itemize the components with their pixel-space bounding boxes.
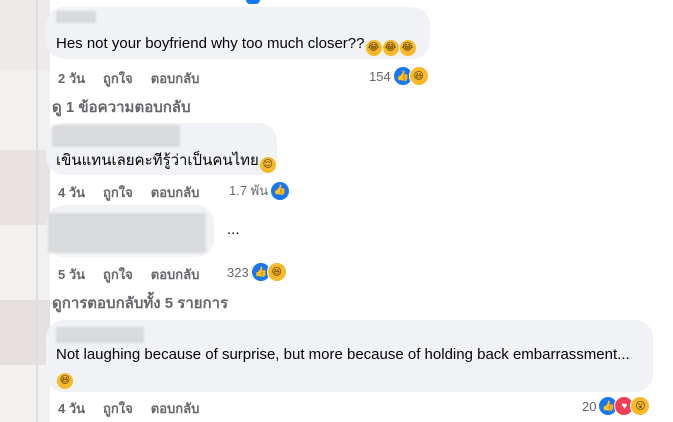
left-side-panel <box>0 0 50 422</box>
reply-button[interactable]: ตอบกลับ <box>151 398 200 419</box>
rolling-laughing-emoji-icon: 😂 <box>365 40 382 56</box>
rolling-laughing-emoji-icon: 😂 <box>382 40 399 56</box>
comment-text: Hes not your boyfriend why too much clos… <box>56 34 416 56</box>
reaction-count[interactable]: 20 👍 ♥ 😮 <box>582 396 651 416</box>
comment-text-body: Hes not your boyfriend why too much clos… <box>56 35 365 52</box>
relieved-emoji-icon: 😌 <box>259 157 276 173</box>
comment-actions: 2 วัน ถูกใจ ตอบกลับ <box>58 68 199 89</box>
comment-actions: 4 วัน ถูกใจ ตอบกลับ <box>58 182 199 203</box>
haha-icon: 😆 <box>266 262 287 282</box>
reaction-count[interactable]: 323 👍 😆 <box>227 262 287 282</box>
thread-line <box>36 0 38 422</box>
wow-icon: 😮 <box>630 396 651 416</box>
view-replies-link[interactable]: ดู 1 ข้อความตอบกลับ <box>52 95 191 119</box>
comment-text: เขินแทนเลยคะทีรู้ว่าเป็นคนไทย 😌 <box>56 151 276 173</box>
comment-time[interactable]: 4 วัน <box>58 398 85 419</box>
comment-bubble: Hes not your boyfriend why too much clos… <box>46 7 430 59</box>
side-block <box>0 150 50 225</box>
comment-time[interactable]: 5 วัน <box>58 264 85 285</box>
like-button[interactable]: ถูกใจ <box>103 398 133 419</box>
comment-bubble: Not laughing because of surprise, but mo… <box>46 320 653 392</box>
reaction-count-value: 154 <box>369 68 391 84</box>
side-block <box>0 0 50 70</box>
like-button[interactable]: ถูกใจ <box>103 264 133 285</box>
comment-text: Not laughing because of surprise, but mo… <box>56 346 630 363</box>
rolling-laughing-emoji-icon: 😂 <box>399 40 416 56</box>
grinning-squinting-emoji-icon: 😆 <box>57 373 73 389</box>
reaction-count-value: 323 <box>227 264 249 280</box>
comment-text: ... <box>227 221 240 238</box>
comment-time[interactable]: 2 วัน <box>58 68 85 89</box>
like-button[interactable]: ถูกใจ <box>103 182 133 203</box>
side-block <box>0 300 50 365</box>
reaction-count-value: 20 <box>582 398 597 414</box>
reply-button[interactable]: ตอบกลับ <box>151 264 200 285</box>
reply-button[interactable]: ตอบกลับ <box>151 68 200 89</box>
view-all-replies-link[interactable]: ดูการตอบกลับทั้ง 5 รายการ <box>52 291 228 315</box>
comment-actions: 5 วัน ถูกใจ ตอบกลับ <box>58 264 199 285</box>
like-button[interactable]: ถูกใจ <box>103 68 133 89</box>
like-icon: 👍 <box>270 180 291 201</box>
author-name-redacted[interactable] <box>48 213 206 253</box>
comment-text-body: เขินแทนเลยคะทีรู้ว่าเป็นคนไทย <box>56 152 259 169</box>
haha-icon: 😆 <box>408 66 429 86</box>
comment-bubble: เขินแทนเลยคะทีรู้ว่าเป็นคนไทย 😌 <box>46 123 277 175</box>
author-name-redacted[interactable] <box>56 327 144 343</box>
author-name-redacted[interactable] <box>56 11 96 23</box>
author-name-redacted[interactable] <box>52 125 180 147</box>
comment-bubble <box>46 205 214 257</box>
reply-button[interactable]: ตอบกลับ <box>151 182 200 203</box>
reaction-count-value: 1.7 พัน <box>229 183 269 198</box>
reaction-edge-icon <box>246 0 260 4</box>
reaction-count[interactable]: 154 👍 😆 <box>369 66 429 86</box>
comment-time[interactable]: 4 วัน <box>58 182 85 203</box>
comment-text-emoji: 😆 <box>56 368 73 389</box>
comment-actions: 4 วัน ถูกใจ ตอบกลับ <box>58 398 199 419</box>
reaction-count[interactable]: 1.7 พัน 👍 <box>229 180 291 201</box>
